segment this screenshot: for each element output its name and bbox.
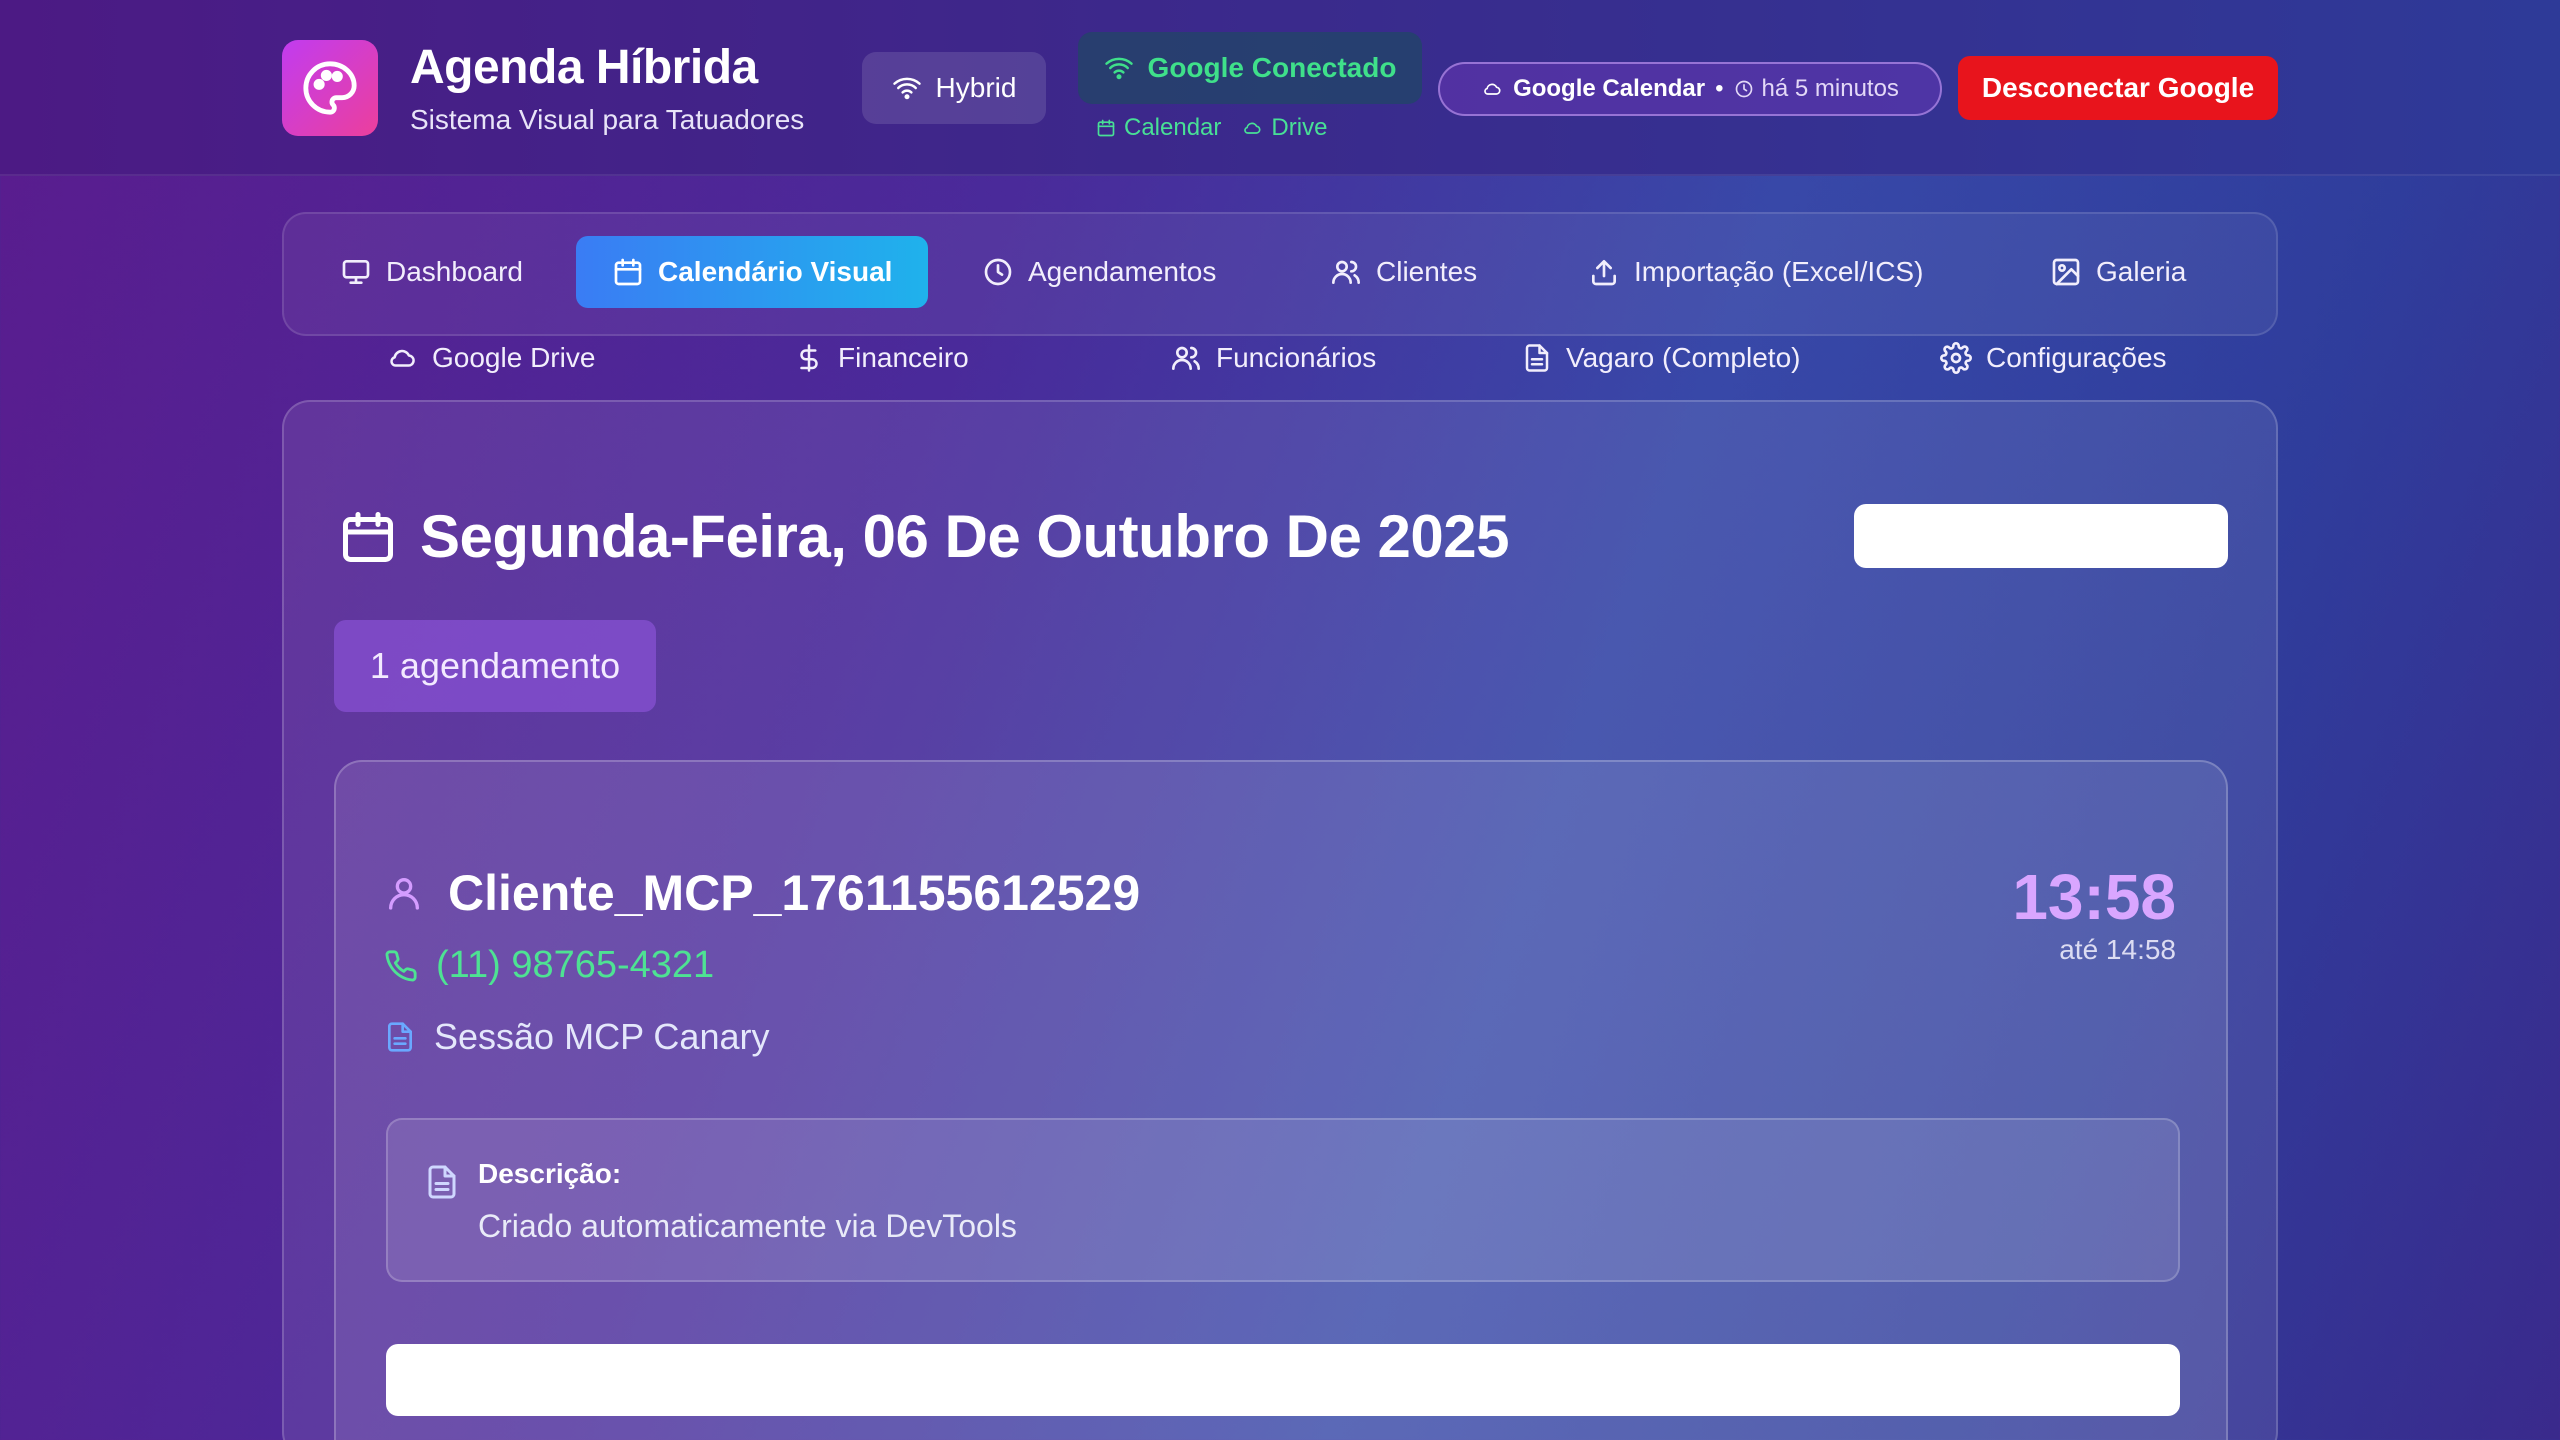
calendar-icon	[338, 507, 398, 567]
app-header: Agenda Híbrida Sistema Visual para Tatua…	[0, 0, 2560, 176]
calendar-day-panel: Segunda-Feira, 06 De Outubro De 2025 1 a…	[282, 400, 2278, 1440]
client-row: Cliente_MCP_1761155612529	[384, 864, 1140, 922]
users-icon	[1330, 256, 1362, 288]
brand-title: Agenda Híbrida	[410, 41, 758, 94]
service-calendar: Calendar	[1096, 114, 1221, 142]
file-icon	[424, 1162, 460, 1202]
last-sync-time: há 5 minutos	[1761, 75, 1899, 102]
appointment-count-badge: 1 agendamento	[334, 620, 656, 712]
appointment-card[interactable]: Cliente_MCP_1761155612529 (11) 98765-432…	[334, 760, 2228, 1440]
cloud-icon	[1481, 79, 1503, 99]
image-icon	[2050, 256, 2082, 288]
service-row: Sessão MCP Canary	[384, 1016, 769, 1058]
clock-icon	[1734, 79, 1754, 99]
file-icon	[1522, 342, 1552, 374]
google-connected-status: Google Conectado	[1078, 32, 1422, 104]
tab-agendamentos[interactable]: Agendamentos	[982, 236, 1216, 308]
tab-financeiro[interactable]: Financeiro	[794, 322, 969, 394]
separator-dot: •	[1715, 75, 1724, 102]
file-icon	[384, 1020, 416, 1054]
wifi-icon	[892, 73, 922, 103]
start-time: 13:58	[2012, 861, 2176, 933]
monitor-icon	[340, 256, 372, 288]
tab-galeria[interactable]: Galeria	[2050, 236, 2186, 308]
tab-vagaro[interactable]: Vagaro (Completo)	[1522, 322, 1800, 394]
google-status-label: Google Conectado	[1147, 52, 1397, 83]
mode-indicator[interactable]: Hybrid	[862, 52, 1046, 124]
date-control-button[interactable]	[1854, 504, 2228, 568]
client-name: Cliente_MCP_1761155612529	[448, 865, 1141, 921]
calendar-pill-name: Google Calendar	[1513, 75, 1706, 102]
description-box: Descrição: Criado automaticamente via De…	[386, 1118, 2180, 1282]
cloud-icon	[1241, 118, 1263, 138]
tab-configuracoes[interactable]: Configurações	[1940, 322, 2167, 394]
brand-subtitle: Sistema Visual para Tatuadores	[410, 104, 805, 135]
clock-icon	[982, 256, 1014, 288]
tab-google-drive[interactable]: Google Drive	[386, 322, 595, 394]
tab-funcionarios[interactable]: Funcionários	[1170, 322, 1376, 394]
tab-calendario-visual[interactable]: Calendário Visual	[576, 236, 929, 308]
phone-icon	[384, 949, 418, 983]
mode-label: Hybrid	[935, 72, 1017, 103]
tab-dashboard[interactable]: Dashboard	[340, 236, 523, 308]
wifi-icon	[1104, 53, 1134, 83]
gear-icon	[1940, 342, 1972, 374]
user-icon	[384, 873, 424, 913]
service-name: Sessão MCP Canary	[434, 1016, 770, 1057]
palette-logo-icon	[282, 40, 378, 136]
tab-clientes[interactable]: Clientes	[1330, 236, 1477, 308]
tab-importacao[interactable]: Importação (Excel/ICS)	[1588, 236, 1923, 308]
google-calendar-sync-pill[interactable]: Google Calendar • há 5 minutos	[1438, 62, 1942, 116]
description-label: Descrição:	[478, 1158, 622, 1189]
page-title: Segunda-Feira, 06 De Outubro De 2025	[420, 503, 1509, 570]
users-icon	[1170, 342, 1202, 374]
connected-services: Calendar Drive	[1096, 114, 1327, 142]
description-text: Criado automaticamente via DevTools	[478, 1208, 1017, 1244]
service-drive: Drive	[1241, 114, 1327, 142]
end-time: até 14:58	[2059, 934, 2176, 965]
phone-row: (11) 98765-4321	[384, 944, 714, 987]
dollar-icon	[794, 342, 824, 374]
disconnect-google-button[interactable]: Desconectar Google	[1958, 56, 2278, 120]
client-phone: (11) 98765-4321	[436, 944, 715, 986]
calendar-icon	[1096, 118, 1116, 138]
cloud-icon	[386, 343, 418, 373]
upload-icon	[1588, 256, 1620, 288]
date-header: Segunda-Feira, 06 De Outubro De 2025	[338, 502, 1509, 571]
calendar-icon	[612, 256, 644, 288]
appointment-action-button[interactable]	[386, 1344, 2180, 1416]
